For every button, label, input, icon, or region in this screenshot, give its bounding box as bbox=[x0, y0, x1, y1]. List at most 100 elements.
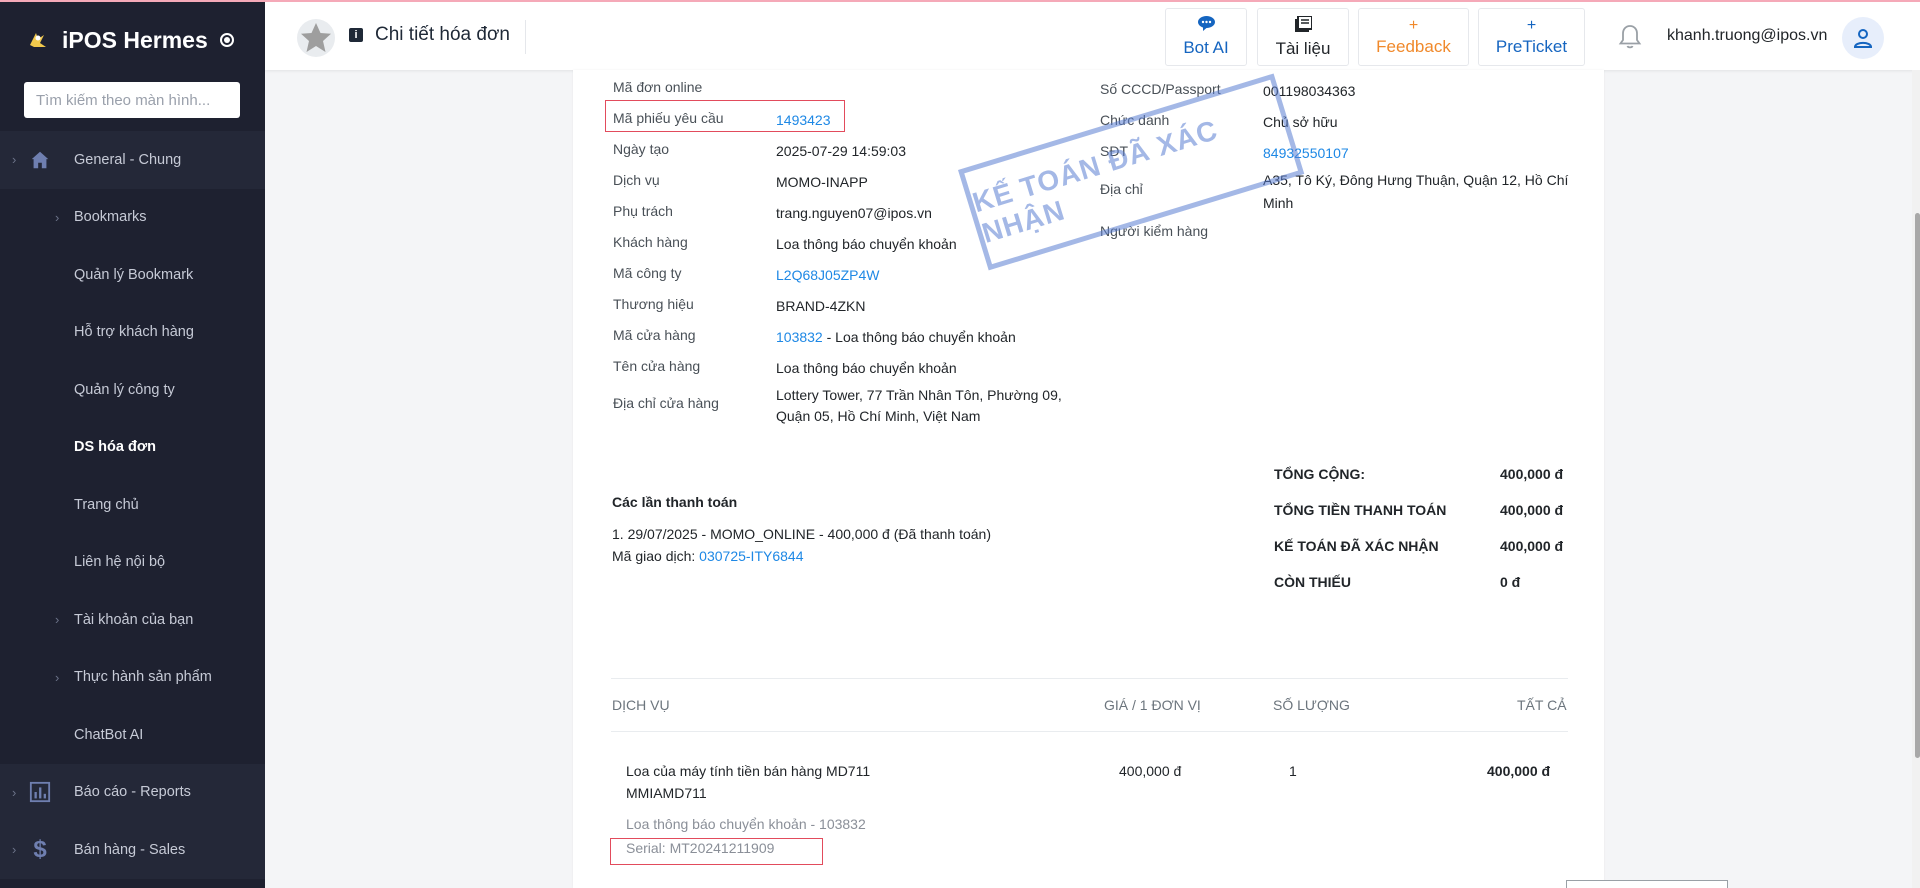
feedback-label: Feedback bbox=[1376, 36, 1451, 56]
sidebar-item-general[interactable]: › General - Chung bbox=[0, 131, 265, 189]
chat-bubble-icon bbox=[1197, 16, 1215, 35]
col-header-unit-price: GIÁ / 1 ĐƠN VỊ bbox=[1104, 697, 1201, 713]
sidebar-item-internal-contact[interactable]: Liên hệ nội bộ bbox=[0, 534, 265, 592]
field-label: Tên cửa hàng bbox=[613, 358, 701, 374]
item-store: Loa thông báo chuyển khoản - 103832 bbox=[626, 816, 866, 832]
page-title-text: Chi tiết hóa đơn bbox=[375, 24, 510, 45]
user-email[interactable]: khanh.truong@ipos.vn bbox=[1667, 27, 1827, 45]
sidebar-item-account[interactable]: › Tài khoản của bạn bbox=[0, 591, 265, 649]
table-header-divider bbox=[611, 731, 1568, 732]
top-header: i Chi tiết hóa đơn Bot AI Tài liệu + Fee… bbox=[265, 0, 1920, 70]
chevron-right-icon: › bbox=[55, 669, 60, 685]
chevron-right-icon: › bbox=[12, 152, 17, 168]
company-code-link[interactable]: L2Q68J05ZP4W bbox=[776, 265, 1076, 286]
col-header-service: DỊCH VỤ bbox=[612, 697, 670, 713]
star-bookmark-icon[interactable] bbox=[296, 18, 336, 58]
accountant-confirmed-stamp: KẾ TOÁN ĐÃ XÁC NHẬN bbox=[958, 73, 1305, 271]
info-icon: i bbox=[349, 28, 363, 42]
chart-icon bbox=[29, 782, 51, 803]
item-unit-price: 400,000 đ bbox=[1119, 763, 1182, 779]
item-code: MMIAMD711 bbox=[626, 785, 707, 801]
field-value: 001198034363 bbox=[1263, 83, 1356, 99]
field-label: Thương hiệu bbox=[613, 296, 694, 312]
sidebar-item-label: Thực hành sản phẩm bbox=[74, 669, 212, 686]
chevron-right-icon: › bbox=[12, 784, 17, 800]
sidebar: iPOS Hermes › General - Chung › Bookmark… bbox=[0, 0, 265, 888]
sidebar-search[interactable] bbox=[24, 82, 240, 118]
dollar-icon: $ bbox=[33, 835, 47, 863]
sidebar-item-company-manage[interactable]: Quản lý công ty bbox=[0, 361, 265, 419]
brand-radio-icon[interactable] bbox=[219, 33, 234, 47]
chevron-right-icon: › bbox=[12, 842, 17, 858]
sidebar-item-label: Quản lý Bookmark bbox=[74, 266, 194, 283]
page-title: i Chi tiết hóa đơn bbox=[349, 24, 510, 46]
sidebar-item-label: General - Chung bbox=[74, 151, 182, 168]
field-value: 103832 - Loa thông báo chuyển khoản bbox=[776, 327, 1076, 348]
sidebar-item-label: ChatBot AI bbox=[74, 726, 144, 743]
partial-button-outline[interactable] bbox=[1566, 880, 1728, 888]
bot-ai-label: Bot AI bbox=[1183, 38, 1229, 57]
field-label: Mã công ty bbox=[613, 265, 682, 281]
field-label: Địa chỉ cửa hàng bbox=[613, 395, 719, 411]
field-value: Chủ sở hữu bbox=[1263, 114, 1338, 130]
brand[interactable]: iPOS Hermes bbox=[0, 2, 265, 78]
sidebar-item-home[interactable]: Trang chủ bbox=[0, 476, 265, 534]
home-icon bbox=[31, 151, 49, 168]
sidebar-item-sales[interactable]: › $ Bán hàng - Sales bbox=[0, 821, 265, 879]
sidebar-item-bookmark-manage[interactable]: Quản lý Bookmark bbox=[0, 246, 265, 304]
feedback-button[interactable]: + Feedback bbox=[1358, 8, 1469, 66]
phone-link[interactable]: 84932550107 bbox=[1263, 143, 1563, 164]
avatar[interactable] bbox=[1842, 17, 1884, 59]
user-icon bbox=[1853, 29, 1873, 48]
scrollbar-thumb[interactable] bbox=[1915, 213, 1920, 758]
field-value: A35, Tô Ký, Đông Hưng Thuận, Quận 12, Hồ… bbox=[1263, 172, 1569, 211]
field-label: Khách hàng bbox=[613, 234, 688, 250]
docs-button[interactable]: Tài liệu bbox=[1257, 8, 1349, 66]
sidebar-item-reports[interactable]: › Báo cáo - Reports bbox=[0, 763, 265, 821]
sidebar-item-invoices[interactable]: DS hóa đơn bbox=[0, 419, 265, 477]
payment-line-link[interactable]: 1. 29/07/2025 - MOMO_ONLINE - 400,000 đ … bbox=[612, 523, 991, 545]
item-quantity: 1 bbox=[1289, 763, 1297, 779]
sidebar-nav: › General - Chung › Bookmarks Quản lý Bo… bbox=[0, 131, 265, 879]
item-total: 400,000 đ bbox=[1487, 763, 1551, 779]
bot-ai-button[interactable]: Bot AI bbox=[1165, 8, 1247, 66]
field-label: Phụ trách bbox=[613, 203, 673, 219]
field-label: Mã đơn online bbox=[613, 79, 703, 95]
sidebar-search-input[interactable] bbox=[36, 91, 240, 109]
preticket-button[interactable]: + PreTicket bbox=[1478, 8, 1585, 66]
col-header-quantity: SỐ LƯỢNG bbox=[1273, 697, 1350, 713]
sidebar-item-bookmarks[interactable]: › Bookmarks bbox=[0, 189, 265, 247]
confirmed-label: KẾ TOÁN ĐÃ XÁC NHẬN bbox=[1274, 538, 1439, 554]
col-header-total: TẤT CẢ bbox=[1517, 697, 1567, 713]
total-label: TỔNG CỘNG: bbox=[1274, 466, 1365, 482]
bell-icon[interactable] bbox=[1618, 24, 1642, 50]
plus-icon: + bbox=[1408, 16, 1419, 34]
chevron-right-icon: › bbox=[55, 612, 60, 628]
sidebar-item-product-practice[interactable]: › Thực hành sản phẩm bbox=[0, 649, 265, 707]
paid-value: 400,000 đ bbox=[1500, 502, 1564, 518]
plus-icon: + bbox=[1526, 16, 1537, 34]
sidebar-item-label: Trang chủ bbox=[74, 496, 139, 513]
highlight-box-ticket bbox=[605, 100, 845, 132]
paid-label: TỔNG TIỀN THANH TOÁN bbox=[1274, 502, 1447, 518]
sidebar-item-label: Báo cáo - Reports bbox=[74, 784, 191, 801]
field-value: BRAND-4ZKN bbox=[776, 298, 866, 314]
remaining-value: 0 đ bbox=[1500, 574, 1521, 590]
sidebar-item-chatbot[interactable]: ChatBot AI bbox=[0, 706, 265, 764]
book-icon bbox=[1294, 14, 1313, 36]
sidebar-item-customer-support[interactable]: Hỗ trợ khách hàng bbox=[0, 304, 265, 362]
payments-title: Các lần thanh toán bbox=[612, 494, 738, 510]
sidebar-item-label: Bán hàng - Sales bbox=[74, 841, 186, 858]
field-label: Dịch vụ bbox=[613, 172, 660, 188]
invoice-detail-card: Mã đơn online Mã phiếu yêu cầu 1493423 N… bbox=[573, 70, 1604, 888]
field-value: Lottery Tower, 77 Trần Nhân Tôn, Phường … bbox=[776, 387, 1062, 424]
preticket-label: PreTicket bbox=[1495, 36, 1568, 56]
remaining-label: CÒN THIẾU bbox=[1274, 574, 1351, 590]
transaction-code-link[interactable]: 030725-ITY6844 bbox=[699, 548, 803, 564]
chevron-right-icon: › bbox=[55, 209, 60, 225]
total-value: 400,000 đ bbox=[1500, 466, 1564, 482]
store-code-link[interactable]: 103832 bbox=[776, 329, 823, 345]
table-top-divider bbox=[611, 678, 1568, 679]
transaction-label: Mã giao dịch: bbox=[612, 548, 700, 564]
field-label: Mã cửa hàng bbox=[613, 327, 696, 343]
